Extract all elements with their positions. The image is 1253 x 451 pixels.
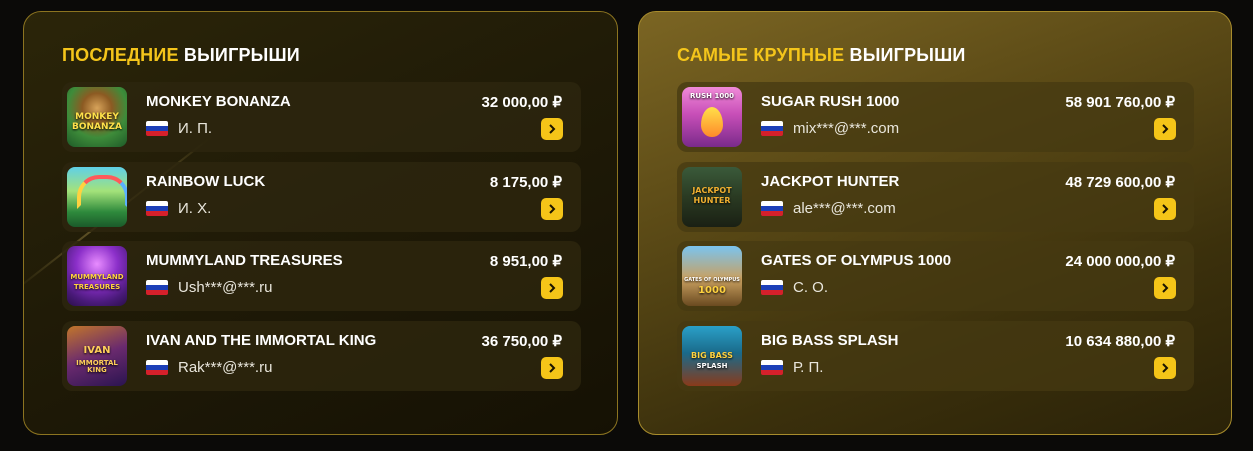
chevron-right-icon xyxy=(549,363,556,373)
win-amount: 58 901 760,00 ₽ xyxy=(1065,94,1175,111)
game-name[interactable]: SUGAR RUSH 1000 xyxy=(761,93,899,110)
thumbnail-text: BIG BASS xyxy=(691,351,733,360)
thumbnail-text: GATES OF OLYMPUS xyxy=(684,277,740,283)
game-thumbnail[interactable]: MONKEY BONANZA xyxy=(67,87,127,147)
game-name[interactable]: BIG BASS SPLASH xyxy=(761,332,899,349)
russia-flag-icon xyxy=(146,360,168,375)
win-amount: 32 000,00 ₽ xyxy=(481,94,562,111)
thumbnail-text: MUMMYLAND xyxy=(70,273,124,281)
chevron-right-icon xyxy=(1162,204,1169,214)
chevron-right-icon xyxy=(549,204,556,214)
russia-flag-icon xyxy=(146,280,168,295)
game-name[interactable]: RAINBOW LUCK xyxy=(146,173,265,190)
open-game-button[interactable] xyxy=(541,198,563,220)
player-name: mix***@***.com xyxy=(793,120,900,137)
win-row[interactable]: MONKEY BONANZA MONKEY BONANZA 32 000,00 … xyxy=(62,82,581,152)
thumbnail-text: IVAN xyxy=(83,345,111,356)
rainbow-decoration xyxy=(77,175,127,209)
player-name: И. П. xyxy=(178,120,213,137)
game-thumbnail[interactable]: RUSH 1000 xyxy=(682,87,742,147)
open-game-button[interactable] xyxy=(1154,118,1176,140)
chevron-right-icon xyxy=(1162,124,1169,134)
game-name[interactable]: MUMMYLAND TREASURES xyxy=(146,252,343,269)
thumbnail-text: SPLASH xyxy=(696,362,728,370)
open-game-button[interactable] xyxy=(1154,277,1176,299)
game-name[interactable]: JACKPOT HUNTER xyxy=(761,173,899,190)
chevron-right-icon xyxy=(1162,283,1169,293)
game-name[interactable]: MONKEY BONANZA xyxy=(146,93,291,110)
thumbnail-text: RUSH 1000 xyxy=(690,92,734,100)
thumbnail-text: BONANZA xyxy=(71,122,123,132)
biggest-wins-title: САМЫЕ КРУПНЫЕ ВЫИГРЫШИ xyxy=(677,45,966,66)
russia-flag-icon xyxy=(146,201,168,216)
game-thumbnail[interactable]: JACKPOT HUNTER xyxy=(682,167,742,227)
player-name: ale***@***.com xyxy=(793,200,896,217)
player-name: И. Х. xyxy=(178,200,212,217)
game-name[interactable]: IVAN AND THE IMMORTAL KING xyxy=(146,332,376,349)
open-game-button[interactable] xyxy=(1154,198,1176,220)
russia-flag-icon xyxy=(146,121,168,136)
recent-wins-title: ПОСЛЕДНИЕ ВЫИГРЫШИ xyxy=(62,45,300,66)
player-name: Rak***@***.ru xyxy=(178,359,273,376)
thumbnail-text: TREASURES xyxy=(73,283,121,291)
russia-flag-icon xyxy=(761,360,783,375)
title-rest: ВЫИГРЫШИ xyxy=(849,45,966,65)
win-row[interactable]: RAINBOW LUCK 8 175,00 ₽ И. Х. xyxy=(62,162,581,232)
win-amount: 8 175,00 ₽ xyxy=(489,174,562,191)
russia-flag-icon xyxy=(761,121,783,136)
thumbnail-text: JACKPOT xyxy=(692,186,732,195)
win-row[interactable]: IVAN IMMORTAL KING IVAN AND THE IMMORTAL… xyxy=(62,321,581,391)
win-row[interactable]: RUSH 1000 SUGAR RUSH 1000 58 901 760,00 … xyxy=(677,82,1194,152)
title-accent: ПОСЛЕДНИЕ xyxy=(62,45,179,65)
game-thumbnail[interactable]: IVAN IMMORTAL KING xyxy=(67,326,127,386)
game-thumbnail[interactable] xyxy=(67,167,127,227)
title-accent: САМЫЕ КРУПНЫЕ xyxy=(677,45,845,65)
egg-decoration xyxy=(701,107,723,137)
open-game-button[interactable] xyxy=(541,118,563,140)
open-game-button[interactable] xyxy=(541,357,563,379)
open-game-button[interactable] xyxy=(1154,357,1176,379)
win-amount: 10 634 880,00 ₽ xyxy=(1065,333,1175,350)
open-game-button[interactable] xyxy=(541,277,563,299)
win-row[interactable]: JACKPOT HUNTER JACKPOT HUNTER 48 729 600… xyxy=(677,162,1194,232)
win-amount: 24 000 000,00 ₽ xyxy=(1065,253,1175,270)
thumbnail-text: 1000 xyxy=(698,285,726,296)
chevron-right-icon xyxy=(1162,363,1169,373)
win-amount: 36 750,00 ₽ xyxy=(481,333,562,350)
chevron-right-icon xyxy=(549,283,556,293)
game-thumbnail[interactable]: BIG BASS SPLASH xyxy=(682,326,742,386)
biggest-wins-panel: САМЫЕ КРУПНЫЕ ВЫИГРЫШИ RUSH 1000 SUGAR R… xyxy=(638,11,1232,435)
game-thumbnail[interactable]: GATES OF OLYMPUS 1000 xyxy=(682,246,742,306)
russia-flag-icon xyxy=(761,201,783,216)
thumbnail-text: MONKEY xyxy=(75,112,119,122)
player-name: Р. П. xyxy=(793,359,824,376)
chevron-right-icon xyxy=(549,124,556,134)
recent-wins-panel: ПОСЛЕДНИЕ ВЫИГРЫШИ MONKEY BONANZA MONKEY… xyxy=(23,11,618,435)
game-name[interactable]: GATES OF OLYMPUS 1000 xyxy=(761,252,951,269)
game-thumbnail[interactable]: MUMMYLAND TREASURES xyxy=(67,246,127,306)
win-amount: 48 729 600,00 ₽ xyxy=(1065,174,1175,191)
win-amount: 8 951,00 ₽ xyxy=(489,253,562,270)
thumbnail-text: IMMORTAL KING xyxy=(76,359,118,374)
player-name: Ush***@***.ru xyxy=(178,279,273,296)
win-row[interactable]: BIG BASS SPLASH BIG BASS SPLASH 10 634 8… xyxy=(677,321,1194,391)
win-row[interactable]: GATES OF OLYMPUS 1000 GATES OF OLYMPUS 1… xyxy=(677,241,1194,311)
thumbnail-text: HUNTER xyxy=(693,196,731,205)
title-rest: ВЫИГРЫШИ xyxy=(183,45,300,65)
player-name: С. О. xyxy=(793,279,829,296)
win-row[interactable]: MUMMYLAND TREASURES MUMMYLAND TREASURES … xyxy=(62,241,581,311)
russia-flag-icon xyxy=(761,280,783,295)
